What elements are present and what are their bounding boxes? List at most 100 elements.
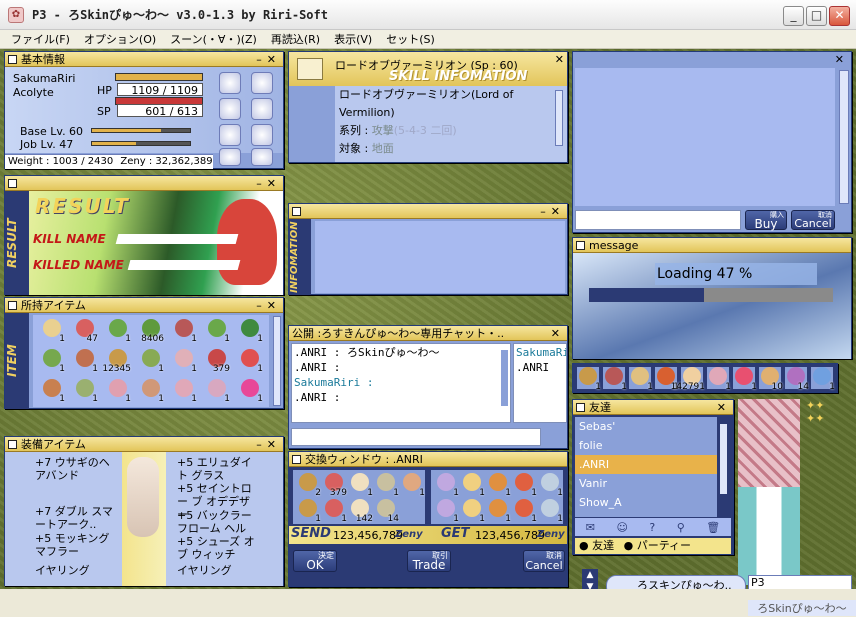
inventory-item[interactable]: 1 xyxy=(41,349,65,374)
equip-head-top[interactable]: +7 ウサギのヘアバンド xyxy=(35,456,115,482)
menu-option[interactable]: オプション(O) xyxy=(77,31,163,47)
equip-head-mid[interactable]: +5 エリュダイト グラス xyxy=(177,456,257,482)
panel-controls[interactable]: –✕ xyxy=(256,177,283,190)
inventory-item[interactable]: 1 xyxy=(206,319,230,344)
hotbar-slot[interactable]: 1 xyxy=(603,367,627,392)
shop-scrollbar[interactable] xyxy=(839,70,849,204)
trade-item[interactable]: 1 xyxy=(435,499,459,524)
party-icon[interactable] xyxy=(219,98,241,120)
friend-item[interactable]: Show_A xyxy=(575,493,717,512)
trade-item[interactable]: 1 xyxy=(323,499,347,524)
buy-button[interactable]: 購入 Buy xyxy=(745,210,787,230)
hotbar-slot[interactable]: 1 xyxy=(707,367,731,392)
inventory-item[interactable]: 47 xyxy=(74,319,98,344)
inventory-item[interactable]: 1 xyxy=(239,379,263,404)
equip-shoes[interactable]: +5 シューズ オブ ウィッチ xyxy=(177,535,257,561)
menu-set[interactable]: セット(S) xyxy=(379,31,442,47)
inventory-item[interactable]: 1 xyxy=(140,349,164,374)
chat-member[interactable]: .ANRI xyxy=(516,360,564,375)
pm-icon[interactable]: ✉ xyxy=(586,521,595,534)
hotbar-slot[interactable]: 1 xyxy=(629,367,653,392)
skill-close[interactable]: ✕ xyxy=(555,53,564,66)
trade-item[interactable]: 1 xyxy=(539,473,563,498)
trade-trade-button[interactable]: 取引 Trade xyxy=(407,550,451,572)
quest-icon[interactable] xyxy=(251,124,273,146)
trade-item[interactable]: 1 xyxy=(539,499,563,524)
help-icon[interactable]: ? xyxy=(649,521,655,534)
inventory-item[interactable]: 1 xyxy=(107,319,131,344)
chat-bubble-icon[interactable]: ☺ xyxy=(616,521,627,534)
equip-icon[interactable] xyxy=(251,98,273,120)
inventory-item[interactable]: 1 xyxy=(239,319,263,344)
chat-input[interactable] xyxy=(291,428,541,446)
trade-item[interactable]: 379 xyxy=(323,473,347,498)
friends-icon[interactable] xyxy=(251,148,273,166)
trade-item[interactable]: 1 xyxy=(461,499,485,524)
hotbar-slot[interactable]: 1 xyxy=(577,367,601,392)
menu-view[interactable]: 表示(V) xyxy=(327,31,379,47)
items-scrollbar[interactable] xyxy=(273,316,281,406)
minimap[interactable] xyxy=(738,399,800,585)
inventory-item[interactable]: 1 xyxy=(74,379,98,404)
minimize-button[interactable]: _ xyxy=(783,6,804,26)
inventory-item[interactable]: 12345 xyxy=(102,349,131,374)
chat-icon[interactable] xyxy=(219,148,241,166)
game-field[interactable]: 基本情報 –✕ SakumaRiri Acolyte HP 1109 / 1109… xyxy=(0,49,856,589)
trade-item[interactable]: 2 xyxy=(297,473,321,498)
menu-reload[interactable]: 再読込(R) xyxy=(264,31,327,47)
trade-item[interactable]: 1 xyxy=(297,499,321,524)
inventory-item[interactable]: 1 xyxy=(173,349,197,374)
skill-icon[interactable] xyxy=(251,72,273,94)
tab-friends[interactable]: ● 友達 xyxy=(579,539,614,552)
title-bar[interactable]: ✿ P3 - ろSkinぴゅ～わ～ v3.0-1.3 by Riri-Soft … xyxy=(0,0,856,30)
inventory-item[interactable]: 8406 xyxy=(140,319,164,344)
panel-controls[interactable]: –✕ xyxy=(256,299,283,312)
inventory-item[interactable]: 1 xyxy=(41,319,65,344)
friend-item[interactable]: Vanir xyxy=(575,474,717,493)
inventory-item[interactable]: 1 xyxy=(74,349,98,374)
menu-soon[interactable]: スーン(・∀・)(Z) xyxy=(163,31,264,47)
trade-item[interactable]: 1 xyxy=(461,473,485,498)
inventory-item[interactable]: 1 xyxy=(140,379,164,404)
inventory-item[interactable]: 379 xyxy=(206,349,230,374)
hotbar-slot[interactable]: 10 xyxy=(759,367,783,392)
inventory-item[interactable]: 1 xyxy=(41,379,65,404)
trade-item[interactable]: 1 xyxy=(401,473,425,498)
equip-shield[interactable]: +5 バックラー フローム ヘル xyxy=(177,509,257,535)
sparkle-icon[interactable] xyxy=(219,124,241,146)
panel-controls[interactable]: –✕ xyxy=(256,53,283,66)
maximize-button[interactable]: □ xyxy=(806,6,827,26)
hotbar-slot[interactable]: 142791 xyxy=(671,367,705,392)
inventory-item[interactable]: 1 xyxy=(239,349,263,374)
trade-item[interactable]: 14 xyxy=(375,499,399,524)
trash-icon[interactable]: 🗑 xyxy=(706,521,720,534)
trade-ok-button[interactable]: 決定 OK xyxy=(293,550,337,572)
close-button[interactable]: ✕ xyxy=(829,6,850,26)
chat-scrollbar[interactable] xyxy=(501,350,508,406)
bottom-channel[interactable]: ろスキンぴゅ～わ.. xyxy=(606,575,746,589)
chat-scroll-buttons[interactable]: ▲▼■ xyxy=(582,569,598,589)
friend-item[interactable]: folie xyxy=(575,436,717,455)
hotbar-slot[interactable]: 14 xyxy=(785,367,809,392)
trade-item[interactable]: 1 xyxy=(349,473,373,498)
menu-file[interactable]: ファイル(F) xyxy=(4,31,77,47)
equip-accessory-right[interactable]: イヤリング xyxy=(177,564,257,577)
panel-controls[interactable]: –✕ xyxy=(540,205,567,218)
shop-cancel-button[interactable]: 取消 Cancel xyxy=(791,210,835,230)
panel-controls[interactable]: ✕ xyxy=(551,327,567,340)
trade-item[interactable]: 1 xyxy=(487,499,511,524)
inventory-item[interactable]: 1 xyxy=(173,379,197,404)
friends-scrollbar[interactable] xyxy=(720,424,727,494)
hotbar-slot[interactable]: 1 xyxy=(811,367,835,392)
skill-scrollbar[interactable] xyxy=(555,90,563,146)
friend-item[interactable]: Sebas' xyxy=(575,417,717,436)
chat-member[interactable]: SakumaRiri xyxy=(516,345,566,360)
shop-input[interactable] xyxy=(575,210,741,230)
panel-controls[interactable]: ✕ xyxy=(835,53,851,66)
equip-accessory-left[interactable]: イヤリング xyxy=(35,564,115,577)
panel-controls[interactable]: –✕ xyxy=(256,438,283,451)
trade-cancel-button[interactable]: 取消 Cancel xyxy=(523,550,565,572)
tab-party[interactable]: ● パーティー xyxy=(624,539,691,552)
trade-item[interactable]: 1 xyxy=(513,473,537,498)
trade-item[interactable]: 1 xyxy=(375,473,399,498)
